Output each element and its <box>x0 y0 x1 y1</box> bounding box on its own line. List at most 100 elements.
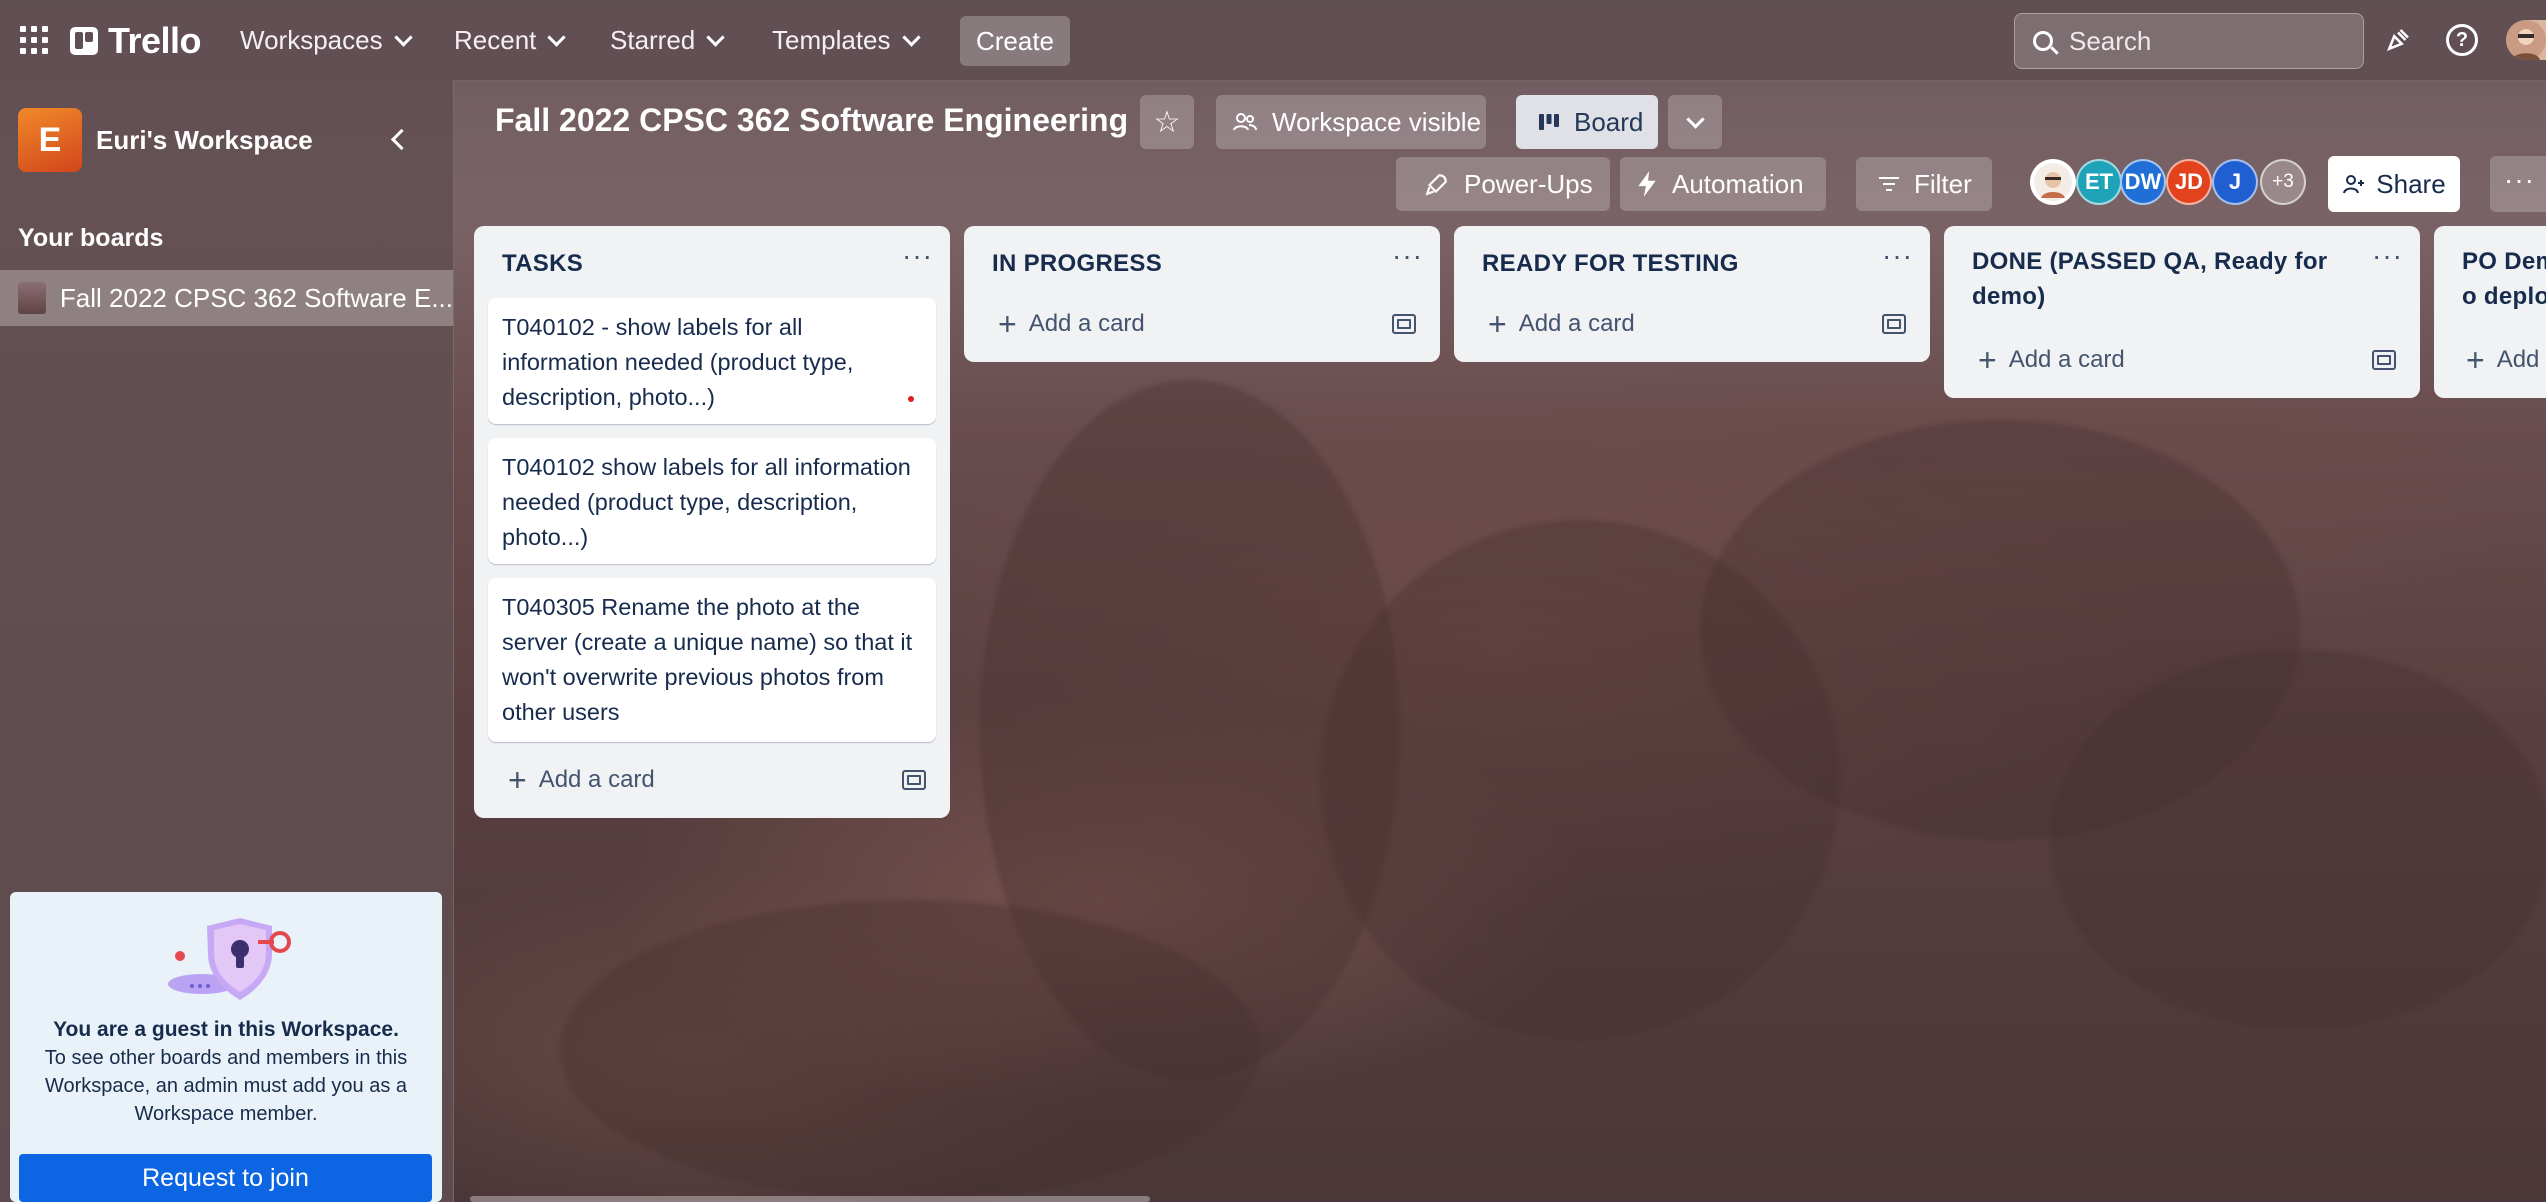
whats-new-icon[interactable] <box>2382 24 2414 56</box>
guest-title: You are a guest in this Workspace. <box>53 1018 399 1041</box>
filter-icon <box>1879 177 1899 191</box>
member-photo-icon <box>2034 163 2072 201</box>
workspace-header[interactable]: E Euri's Workspace <box>18 108 313 172</box>
list-menu-icon[interactable]: ··· <box>1882 240 1913 272</box>
workspace-badge: E <box>18 108 82 172</box>
add-card-button[interactable]: + Add <box>2466 342 2540 378</box>
workspace-sidebar: E Euri's Workspace Your boards Fall 2022… <box>0 80 454 1202</box>
trello-logo[interactable]: Trello <box>70 20 202 62</box>
guest-lock-illustration <box>168 918 291 1000</box>
request-to-join-button[interactable]: Request to join <box>19 1154 432 1202</box>
member-avatar[interactable] <box>2030 159 2076 205</box>
more-members-badge[interactable]: +3 <box>2260 159 2306 205</box>
chevron-down-icon <box>393 27 413 47</box>
star-board-button[interactable]: ☆ <box>1140 95 1194 149</box>
board-thumbnail <box>18 282 46 314</box>
list-menu-icon[interactable]: ··· <box>902 240 933 272</box>
sidebar-board-item[interactable]: Fall 2022 CPSC 362 Software E... <box>0 270 453 326</box>
list-title[interactable]: DONE (PASSED QA, Ready for demo) <box>1972 244 2352 314</box>
add-card-label: Add <box>2496 346 2540 373</box>
power-ups-button[interactable]: Power-Ups <box>1396 157 1610 211</box>
card[interactable]: T040102 - show labels for all informatio… <box>488 298 936 424</box>
user-avatar[interactable] <box>2506 20 2546 60</box>
your-boards-heading: Your boards <box>18 224 164 252</box>
list-menu-icon[interactable]: ··· <box>1392 240 1423 272</box>
plus-icon: + <box>1488 306 1507 342</box>
automation-label: Automation <box>1672 168 1804 199</box>
plus-icon: + <box>2466 342 2485 378</box>
recent-menu[interactable]: Recent <box>454 20 567 60</box>
horizontal-scrollbar[interactable] <box>470 1196 1150 1202</box>
guest-description: To see other boards and members in this … <box>44 1047 408 1125</box>
rocket-icon <box>1425 174 1447 196</box>
chevron-down-icon <box>901 27 921 47</box>
plus-icon: + <box>508 762 527 798</box>
add-card-button[interactable]: + Add a card <box>1978 344 2125 376</box>
help-icon[interactable]: ? <box>2446 24 2478 56</box>
chevron-down-icon <box>547 27 567 47</box>
member-avatar-et[interactable]: ET <box>2076 159 2122 205</box>
workspace-name: Euri's Workspace <box>96 124 313 155</box>
card-template-icon[interactable] <box>902 770 926 790</box>
templates-label: Templates <box>772 24 891 55</box>
filter-button[interactable]: Filter <box>1856 157 1992 211</box>
sidebar-board-title: Fall 2022 CPSC 362 Software E... <box>59 282 453 313</box>
view-switcher-button[interactable] <box>1668 95 1722 149</box>
search-placeholder: Search <box>2069 25 2152 56</box>
add-card-label: Add a card <box>1028 310 1145 337</box>
add-card-label: Add a card <box>2008 346 2125 373</box>
card-template-icon[interactable] <box>2372 350 2396 370</box>
app-switcher-icon[interactable] <box>20 26 48 54</box>
templates-menu[interactable]: Templates <box>772 20 921 60</box>
visibility-button[interactable]: Workspace visible <box>1216 95 1486 149</box>
member-avatar-dw[interactable]: DW <box>2120 159 2166 205</box>
add-card-button[interactable]: + Add a card <box>998 306 1145 342</box>
card[interactable]: T040305 Rename the photo at the server (… <box>488 578 936 742</box>
workspaces-menu[interactable]: Workspaces <box>240 20 413 60</box>
power-ups-label: Power-Ups <box>1464 168 1593 199</box>
card-title: T040305 Rename the photo at the server (… <box>502 594 913 725</box>
member-avatar-j[interactable]: J <box>2212 159 2258 205</box>
plus-icon: + <box>998 306 1017 342</box>
list-title[interactable]: READY FOR TESTING <box>1482 250 1739 278</box>
list-menu-icon[interactable]: ··· <box>2372 240 2403 272</box>
board-view-label: Board <box>1574 106 1644 137</box>
add-card-button[interactable]: + Add a card <box>508 762 655 798</box>
chevron-down-icon <box>1685 109 1705 129</box>
filter-label: Filter <box>1914 168 1972 199</box>
help-glyph: ? <box>2446 24 2478 56</box>
list-title[interactable]: TASKS <box>502 250 583 278</box>
add-card-button[interactable]: + Add a card <box>1488 306 1635 342</box>
list-tasks: TASKS ··· T040102 - show labels for all … <box>474 226 950 818</box>
trello-logo-icon <box>70 27 98 55</box>
board-view-icon <box>1539 114 1559 130</box>
list-done: DONE (PASSED QA, Ready for demo) ··· + A… <box>1944 226 2420 398</box>
add-card-label: Add a card <box>538 766 655 793</box>
member-avatar-jd[interactable]: JD <box>2166 159 2212 205</box>
collapse-sidebar-icon[interactable] <box>390 128 413 151</box>
board-menu-button[interactable]: ··· <box>2490 156 2546 212</box>
create-button[interactable]: Create <box>960 16 1070 66</box>
list-in-progress: IN PROGRESS ··· + Add a card <box>964 226 1440 362</box>
logo-text: Trello <box>108 20 202 61</box>
list-title[interactable]: PO Demo deploym <box>2462 244 2546 314</box>
automation-button[interactable]: Automation <box>1620 157 1826 211</box>
share-button[interactable]: Share <box>2328 156 2460 212</box>
search-icon <box>2033 31 2053 51</box>
starred-menu[interactable]: Starred <box>610 20 725 60</box>
top-navigation: Trello Workspaces Recent Starred Templat… <box>0 0 2546 81</box>
list-title[interactable]: IN PROGRESS <box>992 250 1162 278</box>
card-template-icon[interactable] <box>1392 314 1416 334</box>
share-label: Share <box>2376 168 2446 199</box>
recent-label: Recent <box>454 24 537 55</box>
star-icon: ☆ <box>1153 105 1181 139</box>
visibility-label: Workspace visible <box>1272 106 1482 137</box>
search-input[interactable]: Search <box>2014 13 2364 69</box>
board-title[interactable]: Fall 2022 CPSC 362 Software Engineering <box>495 102 1128 139</box>
card-template-icon[interactable] <box>1882 314 1906 334</box>
board-view-button[interactable]: Board <box>1516 95 1658 149</box>
card-title: T040102 show labels for all information … <box>502 454 911 550</box>
add-person-icon <box>2343 175 2365 194</box>
card[interactable]: T040102 show labels for all information … <box>488 438 936 564</box>
more-dots-icon: ··· <box>2504 164 2535 195</box>
